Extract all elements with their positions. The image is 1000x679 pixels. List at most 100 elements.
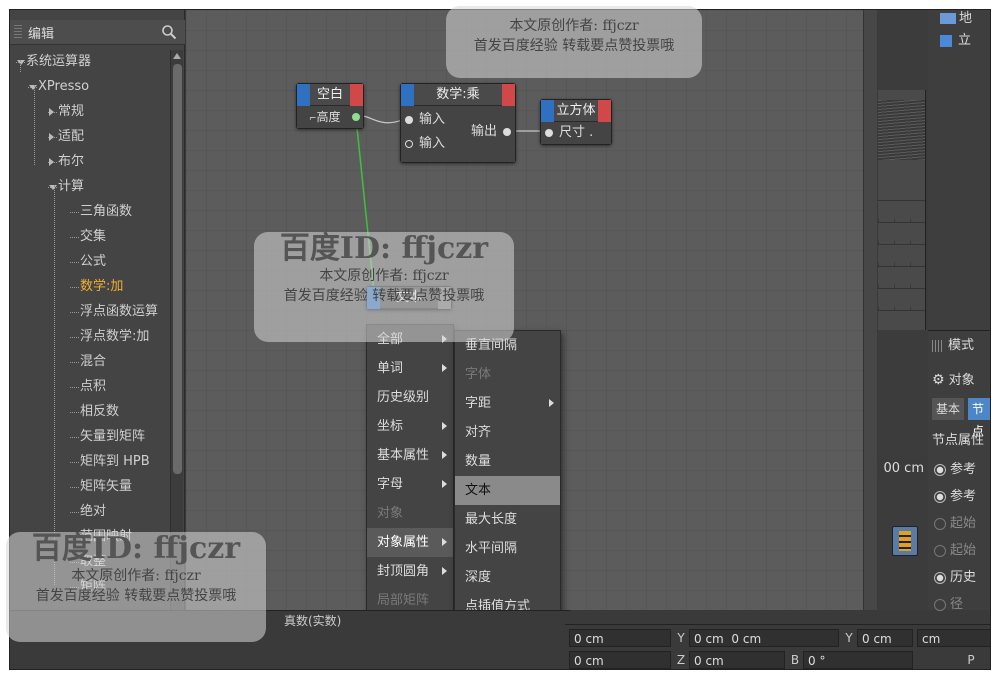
tree-connector <box>70 437 79 438</box>
radio-icon[interactable] <box>934 544 946 557</box>
tree-item[interactable]: 矩阵 <box>80 577 106 597</box>
radio-icon[interactable] <box>934 463 946 476</box>
port-dot[interactable] <box>352 113 360 121</box>
mode-menu[interactable]: 模式 <box>932 335 974 357</box>
tab-node[interactable]: 节点 <box>968 398 990 438</box>
menu-item[interactable]: 基本属性 <box>367 441 453 470</box>
tree-item[interactable]: 三角函数 <box>80 202 132 222</box>
label-y2: Y <box>845 631 853 645</box>
grip-icon[interactable] <box>14 25 22 39</box>
radio-icon[interactable] <box>934 571 946 584</box>
viewport[interactable] <box>878 90 926 330</box>
section-title: 节点属性 <box>932 433 985 448</box>
tree-item[interactable]: 绝对 <box>80 502 106 522</box>
submenu-item[interactable]: 水平间隔 <box>455 534 560 563</box>
coord-y-field[interactable]: 0 cm 0 cm <box>689 629 839 647</box>
submenu-item[interactable]: 文本 <box>455 476 560 505</box>
tree-item[interactable]: 浮点函数运算 <box>80 302 158 322</box>
menu-item[interactable]: 全部 <box>367 325 453 354</box>
node-text[interactable]: 文本 <box>366 286 452 310</box>
attr-option-row[interactable]: 径 <box>928 594 963 616</box>
attribute-manager: 模式 ⚙ 对象 基本 节点 节点属性 参考 参考 起始 起始 历史径 <box>928 330 990 612</box>
collapse-arrow-icon[interactable] <box>49 185 57 190</box>
menu-item[interactable]: 历史级别 <box>367 383 453 412</box>
radio-icon[interactable] <box>934 490 946 503</box>
object-row[interactable]: 立 <box>940 32 971 50</box>
output-port[interactable]: 输出 <box>459 121 515 143</box>
submenu-item[interactable]: 对齐 <box>455 418 560 447</box>
menu-item[interactable]: 封顶圆角 <box>367 557 453 586</box>
tree-item[interactable]: 矢量到矩阵 <box>80 427 145 447</box>
attr-option-row[interactable]: 参考 <box>928 486 976 508</box>
input-port-2[interactable]: 输入 <box>401 133 461 155</box>
input-port-size[interactable]: 尺寸 . <box>541 122 611 144</box>
grip-icon <box>932 339 942 352</box>
attr-option-row[interactable]: 参考 <box>928 459 976 481</box>
object-row[interactable]: 地 <box>940 10 972 28</box>
coord-x-field[interactable]: 0 cm <box>569 629 671 647</box>
coord-b-field[interactable]: 0 ° <box>803 651 913 669</box>
tree-item[interactable]: 布尔 <box>58 152 84 172</box>
menu-item[interactable]: 字母 <box>367 470 453 499</box>
panel-header: 编辑 <box>10 20 185 45</box>
submenu-arrow-icon <box>442 538 447 546</box>
collapse-arrow-icon[interactable] <box>29 85 37 90</box>
submenu-item[interactable]: 数量 <box>455 447 560 476</box>
coord-z-field[interactable]: 0 cm <box>689 651 785 669</box>
tree-item[interactable]: 范围映射 <box>80 527 132 547</box>
radio-icon[interactable] <box>934 517 946 530</box>
editor-scrollbar[interactable] <box>863 10 877 610</box>
node-cube[interactable]: 立方体 尺寸 . <box>540 99 612 145</box>
tree-item[interactable]: 计算 <box>58 177 84 197</box>
expand-arrow-icon[interactable] <box>49 108 54 116</box>
radio-icon[interactable] <box>934 598 946 611</box>
expand-arrow-icon[interactable] <box>49 158 54 166</box>
attr-option-row[interactable]: 历史 <box>928 567 976 589</box>
submenu-item[interactable]: 深度 <box>455 563 560 592</box>
node-null[interactable]: 空白 ⌐高度 <box>296 83 364 129</box>
film-icon[interactable] <box>892 526 918 556</box>
output-port-height[interactable]: ⌐高度 <box>297 106 363 128</box>
tree-scrollbar[interactable] <box>170 50 183 610</box>
tree-item[interactable]: 点积 <box>80 377 106 397</box>
submenu-arrow-icon <box>549 399 554 407</box>
submenu-arrow-icon <box>442 335 447 343</box>
node-math-multiply[interactable]: 数学:乘 输入 输入 输出 <box>400 83 516 163</box>
tab-basic[interactable]: 基本 <box>932 398 965 420</box>
edit-menu[interactable]: 编辑 <box>28 23 54 42</box>
tree-item[interactable]: 矩阵到 HPB <box>80 452 150 472</box>
tree-item[interactable]: 数学:加 <box>80 277 123 297</box>
tree-item[interactable]: XPresso <box>38 77 89 97</box>
tree-item[interactable]: 常规 <box>58 102 84 122</box>
tree-item[interactable]: 相反数 <box>80 402 119 422</box>
submenu-item[interactable]: 字距 <box>455 389 560 418</box>
input-port-1[interactable]: 输入 <box>401 109 461 131</box>
tree-item[interactable]: 交集 <box>80 227 106 247</box>
tree-item[interactable]: 取整 <box>80 552 106 572</box>
submenu-item[interactable]: 最大长度 <box>455 505 560 534</box>
tree-item[interactable]: 适配 <box>58 127 84 147</box>
gear-icon[interactable]: ⚙ <box>932 369 945 391</box>
collapse-arrow-icon[interactable] <box>17 60 25 65</box>
tree-item[interactable]: 公式 <box>80 252 106 272</box>
coord-y2-field[interactable]: 0 cm <box>857 629 913 647</box>
coord-size-field[interactable]: cm <box>917 629 990 647</box>
status-text: 真数(实数) <box>284 614 342 628</box>
cm-value: 00 cm <box>878 458 926 480</box>
scroll-up-icon[interactable] <box>173 53 181 59</box>
tree-item[interactable]: 系统运算器 <box>26 52 91 72</box>
coord-x2-field[interactable]: 0 cm <box>569 651 671 669</box>
submenu-arrow-icon <box>442 451 447 459</box>
attr-option-row[interactable]: 起始 <box>928 513 976 535</box>
tree-item[interactable]: 浮点数学:加 <box>80 327 149 347</box>
expand-arrow-icon[interactable] <box>49 133 54 141</box>
tree-item[interactable]: 混合 <box>80 352 106 372</box>
tree-item[interactable]: 矩阵矢量 <box>80 477 132 497</box>
scroll-thumb[interactable] <box>173 64 182 474</box>
attr-option-row[interactable]: 起始 <box>928 540 976 562</box>
menu-item[interactable]: 单词 <box>367 354 453 383</box>
menu-item[interactable]: 坐标 <box>367 412 453 441</box>
menu-item[interactable]: 对象属性 <box>367 528 453 557</box>
search-icon[interactable] <box>161 24 177 40</box>
submenu-item[interactable]: 垂直间隔 <box>455 331 560 360</box>
